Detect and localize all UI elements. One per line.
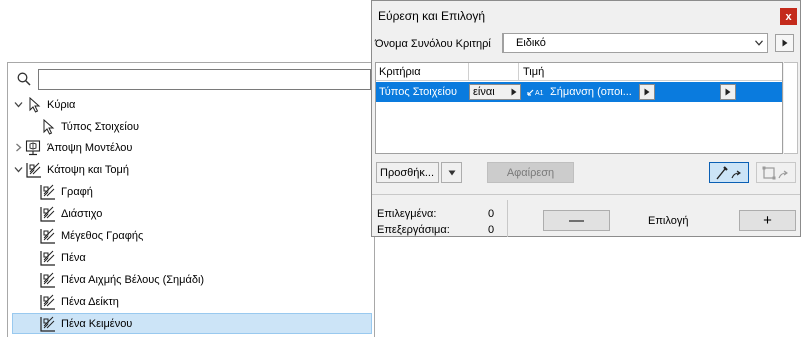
- model-view-icon: [24, 138, 44, 158]
- label-marker-icon: A1: [527, 89, 544, 97]
- divider: [507, 200, 508, 237]
- column-header-value: Τιμή: [523, 66, 545, 78]
- add-criterion-button[interactable]: Προσθήκ...: [376, 162, 439, 183]
- cursor-icon: [38, 117, 58, 137]
- tree-search-input[interactable]: [38, 69, 371, 90]
- value-menu-button[interactable]: [639, 84, 655, 100]
- plan-section-icon: [38, 292, 58, 312]
- editable-count-label: Επεξεργάσιμα:: [377, 224, 450, 236]
- remove-criterion-label: Αφαίρεση: [506, 166, 555, 179]
- tree-item-label: Πένα Κειμένου: [61, 317, 133, 330]
- selection-marquee-button[interactable]: [756, 162, 796, 183]
- selected-count-label: Επιλεγμένα:: [377, 208, 437, 220]
- criteria-table-header: Κριτήρια Τιμή: [376, 63, 782, 81]
- chevron-down-icon[interactable]: [12, 159, 24, 180]
- tree-item-label: Άποψη Μοντέλου: [47, 141, 133, 154]
- plan-section-icon: [38, 314, 58, 334]
- play-arrow-icon: [511, 88, 517, 96]
- cursor-icon: [24, 95, 44, 115]
- criterion-cell: Τύπος Στοιχείου: [379, 86, 457, 98]
- tree-item-label: Τύπος Στοιχείου: [61, 120, 139, 133]
- tree-item-arrowhead-pen[interactable]: Πένα Αιχμής Βέλους (Σημάδι): [12, 269, 372, 290]
- chevron-down-icon[interactable]: [12, 94, 24, 115]
- close-button[interactable]: x: [780, 8, 797, 25]
- tree-item-label: Διάστιχο: [61, 207, 103, 220]
- play-arrow-icon: [725, 88, 731, 96]
- marquee-icon: [762, 166, 788, 179]
- tree-item-font[interactable]: Γραφή: [12, 181, 372, 202]
- tree-item-pen[interactable]: Πένα: [12, 247, 372, 268]
- add-criterion-dropdown-button[interactable]: [441, 162, 462, 183]
- divider: [372, 194, 800, 195]
- editable-count-value: 0: [488, 224, 495, 236]
- add-criterion-label: Προσθήκ...: [380, 166, 435, 179]
- tree-item-element-type[interactable]: Τύπος Στοιχείου: [12, 116, 372, 137]
- tree-item-label: Γραφή: [61, 185, 93, 198]
- play-arrow-icon: [644, 88, 650, 96]
- criteria-set-label: Όνομα Συνόλου Κριτηρί: [375, 38, 491, 50]
- tree-item-main[interactable]: Κύρια: [12, 94, 372, 115]
- pick-up-parameters-button[interactable]: [709, 162, 749, 183]
- tree-item-label: Πένα Δείκτη: [61, 295, 119, 308]
- tree-item-line-spacing[interactable]: Διάστιχο: [12, 203, 372, 224]
- criteria-set-select[interactable]: Ειδικό: [502, 33, 768, 53]
- tree-item-label: Μέγεθος Γραφής: [61, 229, 144, 242]
- value-cell: Σήμανση (οποι...: [550, 86, 632, 98]
- criteria-table: Κριτήρια Τιμή Τύπος Στοιχείου είναι A1 Σ…: [375, 62, 783, 154]
- tree-item-label: Κάτοψη και Τομή: [47, 163, 129, 176]
- tree-panel: Κύρια Τύπος Στοιχείου Άποψη Μοντέλου Κάτ…: [7, 62, 375, 337]
- table-row[interactable]: Τύπος Στοιχείου είναι A1 Σήμανση (οποι..…: [376, 82, 782, 102]
- tree-item-text-pen[interactable]: Πένα Κειμένου: [12, 313, 372, 334]
- close-icon: x: [785, 10, 792, 23]
- dialog-title: Εύρεση και Επιλογή: [378, 9, 486, 23]
- svg-text:A1: A1: [535, 90, 544, 97]
- select-add-button[interactable]: +: [739, 210, 796, 231]
- play-arrow-icon: [782, 39, 787, 47]
- deselect-button[interactable]: —: [543, 210, 610, 231]
- operator-value: είναι: [473, 86, 495, 98]
- tree-item-font-size[interactable]: Μέγεθος Γραφής: [12, 225, 372, 246]
- criteria-set-menu-button[interactable]: [775, 34, 794, 52]
- plan-section-icon: [38, 182, 58, 202]
- select-label: Επιλογή: [648, 215, 689, 227]
- plan-section-icon: [38, 204, 58, 224]
- value-next-button[interactable]: [720, 84, 736, 100]
- eyedropper-icon: [716, 165, 741, 179]
- plan-section-icon: [24, 160, 44, 180]
- plan-section-icon: [38, 226, 58, 246]
- chevron-down-icon: [755, 40, 763, 46]
- find-select-dialog: Εύρεση και Επιλογή x Όνομα Συνόλου Κριτη…: [371, 0, 801, 237]
- plus-icon: +: [763, 212, 772, 229]
- plan-section-icon: [38, 248, 58, 268]
- column-divider[interactable]: [468, 63, 469, 81]
- chevron-right-icon[interactable]: [12, 137, 24, 158]
- dropdown-triangle-icon: [448, 170, 455, 175]
- table-scrollbar[interactable]: [784, 62, 798, 154]
- tree-item-label: Κύρια: [47, 98, 76, 111]
- search-icon: [17, 72, 31, 86]
- tree-item-label: Πένα: [61, 251, 86, 264]
- minus-icon: —: [569, 212, 584, 229]
- operator-select[interactable]: είναι: [469, 84, 521, 100]
- plan-section-icon: [38, 270, 58, 290]
- tree-item-plan-section[interactable]: Κάτοψη και Τομή: [12, 159, 372, 180]
- tree-item-label: Πένα Αιχμής Βέλους (Σημάδι): [61, 273, 205, 286]
- criteria-set-value: Ειδικό: [503, 34, 753, 52]
- column-header-criteria: Κριτήρια: [379, 66, 421, 78]
- remove-criterion-button[interactable]: Αφαίρεση: [487, 162, 574, 183]
- tree-search-bar: [8, 63, 374, 95]
- column-divider[interactable]: [518, 63, 519, 81]
- selected-count-value: 0: [488, 208, 495, 220]
- tree-item-model-view[interactable]: Άποψη Μοντέλου: [12, 137, 372, 158]
- tree-item-pointer-pen[interactable]: Πένα Δείκτη: [12, 291, 372, 312]
